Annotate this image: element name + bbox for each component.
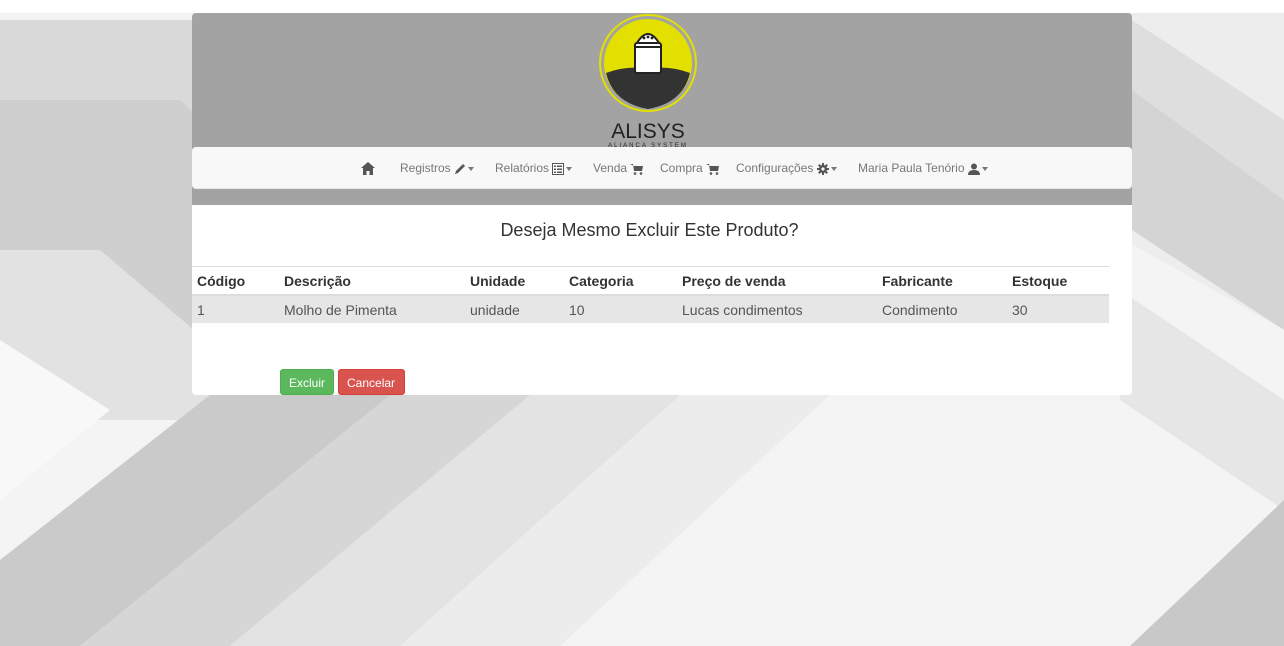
cog-icon <box>816 162 829 175</box>
list-alt-icon <box>552 162 565 175</box>
nav-configuracoes-label: Configurações <box>736 161 814 175</box>
table-cell: Condimento <box>877 295 1007 323</box>
top-strip <box>0 0 1284 13</box>
chevron-down-icon <box>566 166 573 171</box>
shopping-cart-icon <box>630 163 644 175</box>
nav-configuracoes[interactable]: Configurações <box>736 147 837 189</box>
nav-user-menu[interactable]: Maria Paula Tenório <box>858 147 988 189</box>
column-header: Fabricante <box>877 266 1007 296</box>
shopping-cart-icon <box>706 163 720 175</box>
chevron-down-icon <box>981 166 988 171</box>
column-header: Unidade <box>465 266 564 296</box>
table-cell: 1 <box>192 295 279 323</box>
table-cell: Molho de Pimenta <box>279 295 465 323</box>
nav-relatorios[interactable]: Relatórios <box>495 147 573 189</box>
nav-registros-label: Registros <box>400 161 451 175</box>
column-header: Categoria <box>564 266 677 296</box>
excluir-button[interactable]: Excluir <box>280 369 334 395</box>
nav-compra[interactable]: Compra <box>660 147 720 189</box>
table-cell: unidade <box>465 295 564 323</box>
chevron-down-icon <box>468 166 475 171</box>
nav-registros[interactable]: Registros <box>400 147 475 189</box>
main-panel: ALISYS ALIANÇA SYSTEM Registros Relatóri… <box>192 13 1132 395</box>
column-header: Preço de venda <box>677 266 877 296</box>
nav-relatorios-label: Relatórios <box>495 161 550 175</box>
table-cell: 10 <box>564 295 677 323</box>
table-row: 1 Molho de Pimenta unidade 10 Lucas cond… <box>192 295 1109 323</box>
column-header: Estoque <box>1007 266 1109 296</box>
table-cell: 30 <box>1007 295 1109 323</box>
site-header: ALISYS ALIANÇA SYSTEM Registros Relatóri… <box>192 13 1132 205</box>
home-icon <box>361 162 375 176</box>
table-header-row: Código Descrição Unidade Categoria Preço… <box>192 266 1109 296</box>
cancelar-button[interactable]: Cancelar <box>338 369 405 395</box>
alisys-logo: ALISYS ALIANÇA SYSTEM <box>599 14 697 149</box>
nav-user-label: Maria Paula Tenório <box>858 161 965 175</box>
product-table: Código Descrição Unidade Categoria Preço… <box>192 266 1109 323</box>
nav-venda[interactable]: Venda <box>593 147 644 189</box>
chevron-down-icon <box>830 166 837 171</box>
nav-compra-label: Compra <box>660 161 703 175</box>
column-header: Descrição <box>279 266 465 296</box>
table-cell: Lucas condimentos <box>677 295 877 323</box>
column-header: Código <box>192 266 279 296</box>
logo-name: ALISYS <box>611 120 685 143</box>
nav-home[interactable] <box>361 147 375 189</box>
user-icon <box>967 163 980 175</box>
page-title: Deseja Mesmo Excluir Este Produto? <box>500 220 799 240</box>
pencil-icon <box>455 163 466 174</box>
navbar: Registros Relatórios Venda Compra Config… <box>192 147 1132 189</box>
nav-venda-label: Venda <box>593 161 628 175</box>
